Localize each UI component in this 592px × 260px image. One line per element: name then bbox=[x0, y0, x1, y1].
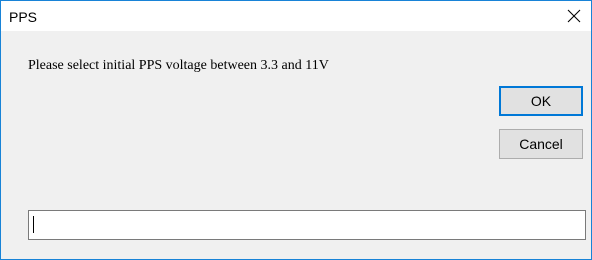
close-button[interactable] bbox=[557, 1, 591, 31]
text-caret bbox=[33, 216, 34, 233]
cancel-button[interactable]: Cancel bbox=[499, 129, 583, 159]
title-bar: PPS bbox=[1, 1, 591, 31]
ok-button[interactable]: OK bbox=[499, 86, 583, 116]
prompt-text: Please select initial PPS voltage betwee… bbox=[28, 58, 329, 73]
window-title: PPS bbox=[9, 9, 38, 25]
close-icon bbox=[567, 9, 581, 23]
voltage-input[interactable] bbox=[28, 210, 586, 240]
